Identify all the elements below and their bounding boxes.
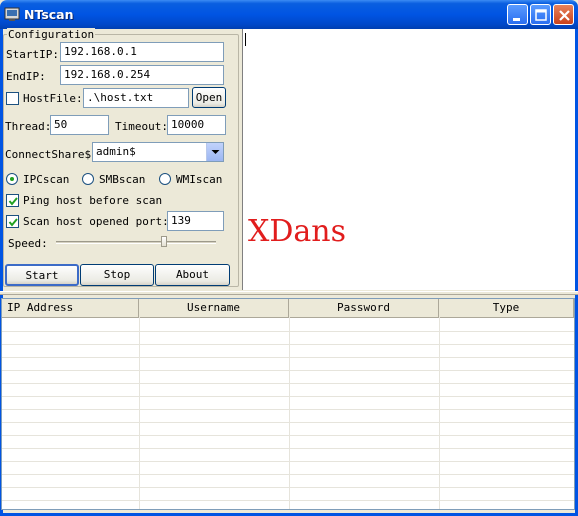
stop-button[interactable]: Stop xyxy=(80,264,154,286)
start-ip-input[interactable]: 192.168.0.1 xyxy=(60,42,224,62)
start-ip-label: StartIP: xyxy=(6,48,59,61)
timeout-label: Timeout: xyxy=(115,120,168,133)
table-row xyxy=(2,331,574,345)
close-button[interactable] xyxy=(553,4,574,25)
window-title: NTscan xyxy=(24,7,74,22)
scanport-checkbox[interactable] xyxy=(6,215,19,228)
table-row xyxy=(2,435,574,449)
table-row xyxy=(2,461,574,475)
smbscan-radio[interactable] xyxy=(82,173,94,185)
maximize-icon xyxy=(535,9,547,21)
connectshare-value: admin$ xyxy=(96,145,136,158)
end-ip-label: EndIP: xyxy=(6,70,46,83)
timeout-input[interactable]: 10000 xyxy=(167,115,226,135)
splitter[interactable] xyxy=(0,291,578,295)
hostfile-checkbox[interactable] xyxy=(6,92,19,105)
title-bar[interactable] xyxy=(0,0,578,29)
connectshare-select[interactable]: admin$ xyxy=(92,142,224,162)
column-ip-address[interactable]: IP Address xyxy=(2,299,139,317)
hostfile-input[interactable]: .\host.txt xyxy=(83,88,189,108)
speed-slider-thumb[interactable] xyxy=(161,236,167,247)
results-table[interactable]: IP Address Username Password Type xyxy=(1,298,575,510)
ipcscan-radio[interactable] xyxy=(6,173,18,185)
column-divider xyxy=(289,317,290,509)
speed-slider-track[interactable] xyxy=(56,241,216,244)
table-row xyxy=(2,370,574,384)
app-icon xyxy=(4,6,20,22)
end-ip-input[interactable]: 192.168.0.254 xyxy=(60,65,224,85)
text-caret xyxy=(245,33,246,46)
column-divider xyxy=(439,317,440,509)
table-row xyxy=(2,344,574,358)
scanport-input[interactable]: 139 xyxy=(167,211,224,231)
wmiscan-label: WMIscan xyxy=(176,173,223,186)
close-icon xyxy=(559,10,570,21)
output-textarea[interactable] xyxy=(242,29,575,290)
radio-selected-dot xyxy=(10,177,14,181)
thread-input[interactable]: 50 xyxy=(50,115,109,135)
minimize-button[interactable] xyxy=(507,4,528,25)
chevron-down-icon xyxy=(211,150,220,154)
checkmark-icon xyxy=(8,218,18,227)
thread-label: Thread: xyxy=(5,120,52,133)
speed-label: Speed: xyxy=(8,237,48,250)
table-row xyxy=(2,396,574,410)
checkmark-icon xyxy=(8,197,18,206)
table-row xyxy=(2,383,574,397)
about-button[interactable]: About xyxy=(155,264,230,286)
connectshare-label: ConnectShare$: xyxy=(5,148,98,161)
column-username[interactable]: Username xyxy=(139,299,289,317)
ping-label: Ping host before scan xyxy=(23,194,163,207)
column-type[interactable]: Type xyxy=(439,299,574,317)
table-row xyxy=(2,318,574,332)
table-row xyxy=(2,422,574,436)
table-row xyxy=(2,409,574,423)
configuration-legend: Configuration xyxy=(7,28,96,41)
smbscan-label: SMBscan xyxy=(99,173,146,186)
open-button[interactable]: Open xyxy=(192,87,226,108)
table-header: IP Address Username Password Type xyxy=(2,299,574,318)
ping-checkbox[interactable] xyxy=(6,194,19,207)
brand-label: XDans xyxy=(248,214,347,249)
table-row xyxy=(2,474,574,488)
wmiscan-radio[interactable] xyxy=(159,173,171,185)
dropdown-button[interactable] xyxy=(206,143,223,161)
maximize-button[interactable] xyxy=(530,4,551,25)
table-row xyxy=(2,357,574,371)
column-password[interactable]: Password xyxy=(289,299,439,317)
minimize-icon xyxy=(513,18,520,21)
hostfile-label: HostFile: xyxy=(23,92,83,105)
column-divider xyxy=(139,317,140,509)
table-row xyxy=(2,500,574,509)
scanport-label: Scan host opened port: xyxy=(23,215,169,228)
start-button[interactable]: Start xyxy=(5,264,79,286)
table-row xyxy=(2,448,574,462)
ipcscan-label: IPCscan xyxy=(23,173,70,186)
table-row xyxy=(2,487,574,501)
